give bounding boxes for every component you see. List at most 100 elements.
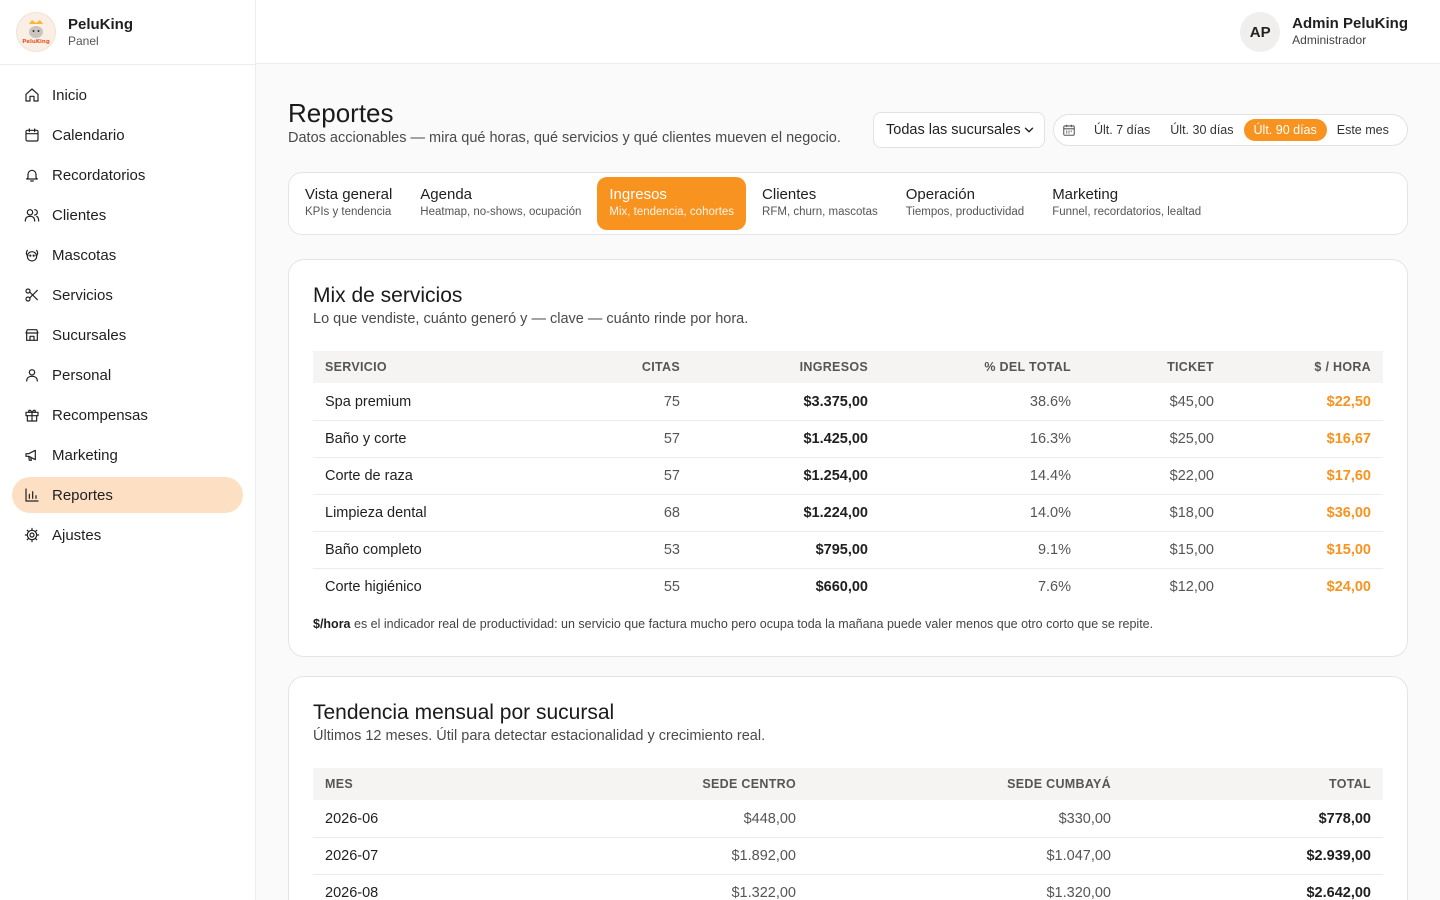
- tab-sublabel: Mix, tendencia, cohortes: [609, 206, 735, 219]
- card-subtitle: Últimos 12 meses. Útil para detectar est…: [313, 728, 766, 745]
- cell-revenue: $660,00: [815, 579, 868, 596]
- sidebar-item-servicios[interactable]: Servicios: [12, 277, 243, 313]
- column-header: Citas: [641, 360, 680, 375]
- avatar[interactable]: AP: [1240, 12, 1281, 52]
- sidebar-item-calendario[interactable]: Calendario: [12, 117, 243, 153]
- cell-service: Corte higiénico: [325, 579, 422, 596]
- cell-ticket: $15,00: [1083, 531, 1226, 569]
- cell-total: $778,00: [1123, 800, 1383, 838]
- cell-revenue: $1.254,00: [692, 457, 880, 495]
- date-range-picker: Últ. 7 días Últ. 30 días Últ. 90 días Es…: [1053, 114, 1408, 146]
- cell-per-hour: $15,00: [1226, 531, 1383, 569]
- monthly-trend-card: Tendencia mensual por sucursal Últimos 1…: [288, 676, 1408, 900]
- cell-appointments: 57: [573, 420, 692, 458]
- column-header: Sede Centro: [702, 777, 796, 792]
- cell-month: 2026-06: [313, 800, 493, 838]
- column-header: Ingresos: [799, 360, 868, 375]
- megaphone-icon: [24, 447, 40, 463]
- cell-centro: $1.892,00: [493, 837, 808, 875]
- cell-revenue: $795,00: [692, 531, 880, 569]
- sidebar-item-clientes[interactable]: Clientes: [12, 197, 243, 233]
- brand-subtitle: Panel: [68, 33, 99, 48]
- branch-select[interactable]: Todas las sucursales: [873, 112, 1045, 148]
- tab-label: Ingresos: [609, 186, 667, 204]
- sidebar-item-inicio[interactable]: Inicio: [12, 77, 243, 113]
- table-row: Corte de raza 57 $1.254,00 14.4% $22,00 …: [313, 457, 1383, 495]
- sidebar-item-label: Ajustes: [52, 526, 102, 544]
- tab-operacion[interactable]: Operación Tiempos, productividad: [894, 177, 1036, 230]
- sidebar-nav: Inicio Calendario Recordatorios Clientes…: [0, 65, 255, 569]
- tab-label: Operación: [905, 186, 975, 204]
- calendar-icon: [24, 127, 40, 143]
- column-header: Servicio: [325, 360, 387, 375]
- cell-total: $2.939,00: [1123, 837, 1383, 875]
- cell-ticket: $12,00: [1169, 579, 1214, 596]
- sidebar-item-label: Sucursales: [52, 326, 127, 344]
- gear-icon: [24, 527, 40, 543]
- footnote-term: $/hora: [313, 617, 351, 632]
- scissors-icon: [24, 287, 40, 303]
- cell-service: Baño completo: [313, 531, 573, 569]
- sidebar-item-label: Servicios: [52, 286, 113, 304]
- cell-per-hour: $22,50: [1226, 383, 1383, 421]
- dog-logo-icon: PeluKing: [22, 20, 50, 45]
- range-option-7[interactable]: Últ. 7 días: [1084, 119, 1160, 141]
- tab-label: Clientes: [762, 186, 817, 204]
- cell-appointments: 57: [573, 457, 692, 495]
- tab-ingresos[interactable]: Ingresos Mix, tendencia, cohortes: [597, 177, 747, 230]
- cell-revenue: $1.224,00: [692, 494, 880, 532]
- chevron-down-icon: [1024, 127, 1034, 133]
- cell-appointments: 68: [573, 494, 692, 532]
- tab-clientes[interactable]: Clientes RFM, churn, mascotas: [750, 177, 890, 230]
- user-menu[interactable]: AP Admin PeluKing Administrador: [1240, 12, 1408, 52]
- pet-icon: [24, 247, 40, 263]
- tab-label: Vista general: [305, 186, 393, 204]
- cell-appointments: 53: [573, 531, 692, 569]
- range-option-30[interactable]: Últ. 30 días: [1160, 119, 1243, 141]
- cell-service: Limpieza dental: [313, 494, 573, 532]
- cell-share: 14.0%: [880, 494, 1083, 532]
- sidebar: PeluKing PeluKing Panel Inicio Calendari…: [0, 0, 256, 900]
- users-icon: [24, 207, 40, 223]
- home-icon: [24, 87, 40, 103]
- cell-ticket: $22,00: [1083, 457, 1226, 495]
- sidebar-item-label: Calendario: [52, 126, 125, 144]
- sidebar-item-recordatorios[interactable]: Recordatorios: [12, 157, 243, 193]
- cell-cumbaya: $330,00: [808, 800, 1123, 838]
- sidebar-item-recompensas[interactable]: Recompensas: [12, 397, 243, 433]
- sidebar-item-mascotas[interactable]: Mascotas: [12, 237, 243, 273]
- service-mix-table: Servicio Citas Ingresos % del total Tick…: [313, 351, 1383, 605]
- cell-service: Baño y corte: [313, 420, 573, 458]
- table-row: Spa premium 75 $3.375,00 38.6% $45,00 $2…: [313, 383, 1383, 421]
- cell-share: 14.4%: [880, 457, 1083, 495]
- cell-appointments: 55: [663, 579, 680, 596]
- sidebar-item-sucursales[interactable]: Sucursales: [12, 317, 243, 353]
- cell-service: Corte de raza: [313, 457, 573, 495]
- cell-total: $2.642,00: [1306, 885, 1371, 900]
- tab-marketing[interactable]: Marketing Funnel, recordatorios, lealtad: [1040, 177, 1213, 230]
- cell-cumbaya: $1.047,00: [808, 837, 1123, 875]
- table-row: Limpieza dental 68 $1.224,00 14.0% $18,0…: [313, 494, 1383, 532]
- tab-agenda[interactable]: Agenda Heatmap, no-shows, ocupación: [408, 177, 593, 230]
- sidebar-item-reportes[interactable]: Reportes: [12, 477, 243, 513]
- tab-vista-general[interactable]: Vista general KPIs y tendencia: [293, 177, 404, 230]
- column-header: Sede Cumbayá: [1007, 777, 1111, 792]
- cell-share: 9.1%: [880, 531, 1083, 569]
- cell-cumbaya: $1.320,00: [1046, 885, 1111, 900]
- sidebar-item-personal[interactable]: Personal: [12, 357, 243, 393]
- cell-month: 2026-07: [313, 837, 493, 875]
- tab-sublabel: Funnel, recordatorios, lealtad: [1052, 206, 1202, 219]
- sidebar-item-ajustes[interactable]: Ajustes: [12, 517, 243, 553]
- tab-sublabel: Heatmap, no-shows, ocupación: [420, 206, 582, 219]
- range-option-90[interactable]: Últ. 90 días: [1243, 119, 1327, 141]
- service-mix-card: Mix de servicios Lo que vendiste, cuánto…: [288, 259, 1408, 658]
- sidebar-item-marketing[interactable]: Marketing: [12, 437, 243, 473]
- user-role: Administrador: [1292, 33, 1367, 48]
- tab-label: Marketing: [1052, 186, 1119, 204]
- range-option-month[interactable]: Este mes: [1327, 119, 1399, 141]
- brand[interactable]: PeluKing PeluKing Panel: [0, 0, 255, 65]
- tab-label: Agenda: [420, 186, 473, 204]
- table-row: Baño completo 53 $795,00 9.1% $15,00 $15…: [313, 531, 1383, 569]
- cell-share: 16.3%: [880, 420, 1083, 458]
- table-footnote: $/hora es el indicador real de productiv…: [313, 617, 1383, 656]
